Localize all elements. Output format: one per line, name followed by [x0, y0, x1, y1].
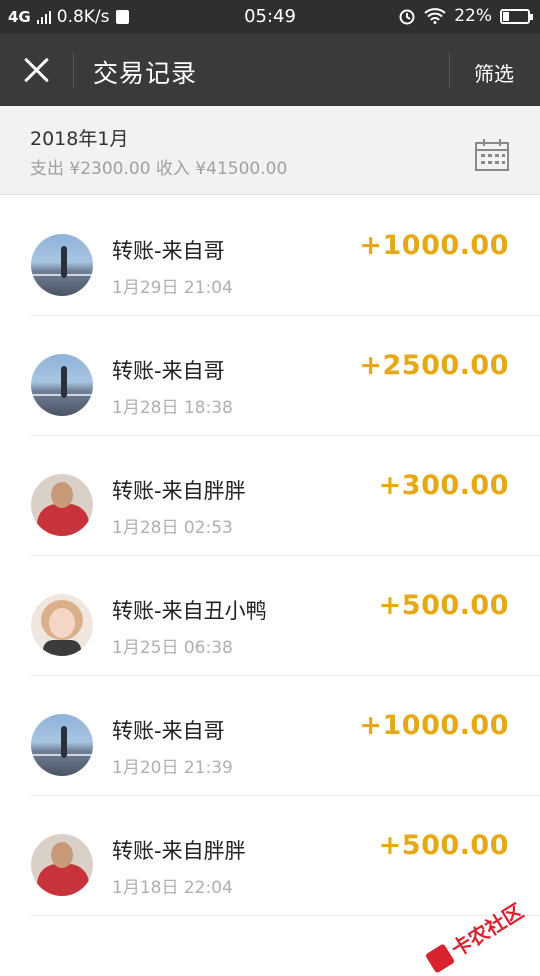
status-bar: 4G 0.8K/s 05:49 22% — [0, 0, 540, 34]
transaction-row[interactable]: 转账-来自胖胖 1月28日 02:53 +300.00 — [0, 436, 540, 556]
transaction-time: 1月18日 22:04 — [112, 878, 233, 898]
transaction-amount: +1000.00 — [359, 230, 509, 261]
transaction-title: 转账-来自胖胖 — [112, 479, 246, 503]
wifi-icon — [424, 8, 446, 24]
transaction-time: 1月20日 21:39 — [112, 758, 233, 778]
nav-divider-right — [449, 52, 450, 88]
status-right: 22% — [398, 6, 533, 26]
avatar — [31, 354, 93, 416]
battery-level — [503, 11, 509, 21]
transaction-amount: +1000.00 — [359, 710, 509, 741]
transaction-title: 转账-来自哥 — [112, 239, 225, 263]
month-label: 2018年1月 — [30, 128, 129, 150]
page-title: 交易记录 — [93, 59, 198, 88]
avatar — [31, 594, 93, 656]
avatar — [31, 234, 93, 296]
close-button[interactable] — [20, 54, 52, 86]
transaction-amount: +500.00 — [378, 590, 509, 621]
transaction-time: 1月29日 21:04 — [112, 278, 233, 298]
alarm-icon — [399, 9, 415, 25]
avatar — [31, 474, 93, 536]
month-summary: 支出 ¥2300.00 收入 ¥41500.00 — [30, 159, 288, 179]
transaction-title: 转账-来自丑小鸭 — [112, 599, 267, 623]
transaction-amount: +500.00 — [378, 830, 509, 861]
transaction-list: 转账-来自哥 1月29日 21:04 +1000.00 转账-来自哥 1月28日 18:… — [0, 196, 540, 916]
month-header: 2018年1月 支出 ¥2300.00 收入 ¥41500.00 — [0, 106, 540, 195]
transaction-amount: +2500.00 — [359, 350, 509, 381]
transaction-row[interactable]: 转账-来自丑小鸭 1月25日 06:38 +500.00 — [0, 556, 540, 676]
transaction-time: 1月28日 18:38 — [112, 398, 233, 418]
transaction-title: 转账-来自哥 — [112, 359, 225, 383]
transaction-row[interactable]: 转账-来自胖胖 1月18日 22:04 +500.00 — [0, 796, 540, 916]
filter-button[interactable]: 筛选 — [474, 58, 514, 87]
nav-bar: 交易记录 筛选 — [0, 34, 540, 106]
transaction-title: 转账-来自哥 — [112, 719, 225, 743]
transaction-time: 1月25日 06:38 — [112, 638, 233, 658]
transaction-row[interactable]: 转账-来自哥 1月20日 21:39 +1000.00 — [0, 676, 540, 796]
avatar — [31, 834, 93, 896]
transaction-time: 1月28日 02:53 — [112, 518, 233, 538]
calendar-icon[interactable] — [474, 138, 510, 172]
nav-divider — [73, 52, 74, 88]
battery-icon — [500, 8, 533, 24]
transaction-row[interactable]: 转账-来自哥 1月29日 21:04 +1000.00 — [0, 196, 540, 316]
transaction-title: 转账-来自胖胖 — [112, 839, 246, 863]
avatar — [31, 714, 93, 776]
transaction-row[interactable]: 转账-来自哥 1月28日 18:38 +2500.00 — [0, 316, 540, 436]
battery-percent: 22% — [454, 6, 492, 26]
transaction-amount: +300.00 — [378, 470, 509, 501]
